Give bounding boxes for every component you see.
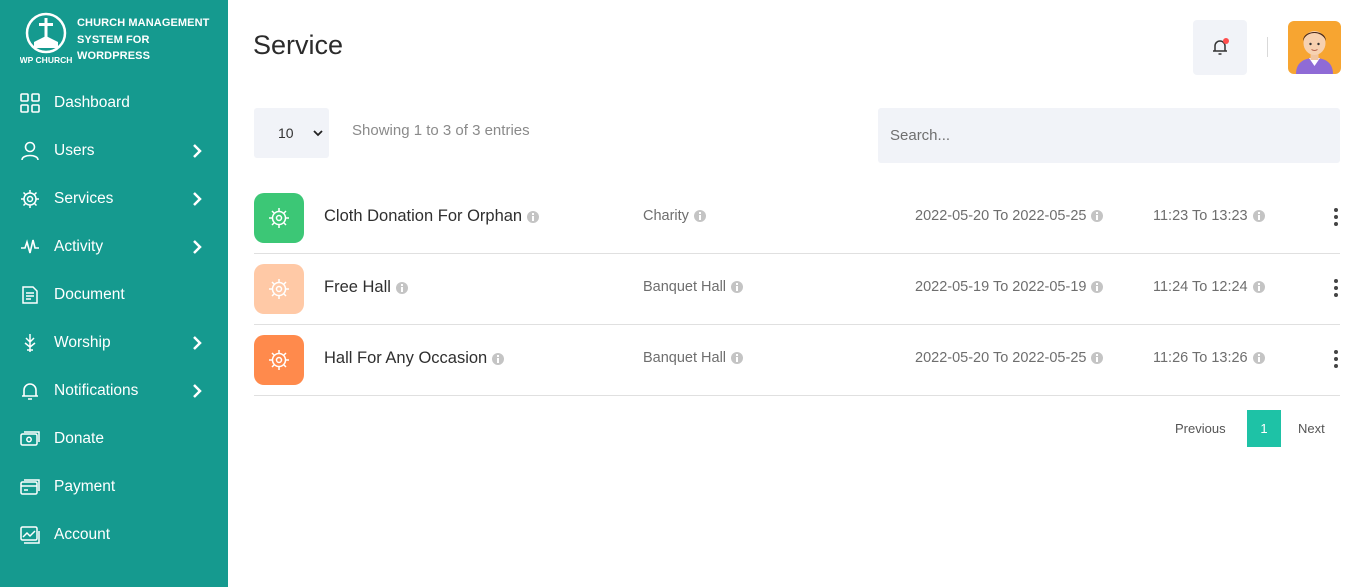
sidebar-item-services[interactable]: Services [0, 175, 228, 223]
info-icon[interactable] [1252, 281, 1265, 293]
info-icon[interactable] [492, 352, 505, 365]
sidebar-item-label: Notifications [54, 382, 139, 399]
sidebar-item-label: Services [54, 190, 114, 207]
sidebar-item-notifications[interactable]: Notifications [0, 367, 228, 415]
user-avatar[interactable] [1288, 21, 1341, 74]
service-type: Banquet Hall [643, 350, 744, 366]
service-gear-icon [269, 279, 289, 299]
donate-icon [20, 431, 40, 446]
info-icon[interactable] [1091, 281, 1104, 293]
sidebar-item-users[interactable]: Users [0, 127, 228, 175]
notifications-button[interactable] [1193, 20, 1247, 75]
sidebar-item-donate[interactable]: Donate [0, 415, 228, 463]
more-options-icon[interactable] [1332, 208, 1340, 232]
document-icon [22, 286, 38, 304]
account-icon [20, 526, 40, 544]
bell-icon [22, 383, 38, 400]
info-icon[interactable] [527, 210, 540, 223]
service-type: Banquet Hall [643, 279, 744, 295]
sidebar-item-label: Worship [54, 334, 111, 351]
list-item[interactable]: Cloth Donation For Orphan Charity 2022-0… [254, 183, 1340, 254]
payment-icon [20, 479, 40, 495]
info-icon[interactable] [1091, 210, 1104, 222]
sidebar-item-label: Payment [54, 478, 116, 495]
pagination-next[interactable]: Next [1298, 421, 1325, 436]
sidebar-item-label: Account [54, 526, 111, 543]
sidebar-nav: Dashboard Users Services Activity Docume… [0, 79, 228, 559]
service-gear-icon [269, 208, 289, 228]
chevron-right-icon [193, 384, 202, 398]
sidebar-item-label: Donate [54, 430, 104, 447]
services-gear-icon [21, 190, 39, 208]
search-input[interactable] [878, 108, 1340, 163]
user-icon [21, 141, 39, 161]
dashboard-grid-icon [20, 93, 40, 113]
service-icon-badge [254, 193, 304, 243]
pagination-page-1[interactable]: 1 [1247, 410, 1281, 447]
page-title: Service [253, 30, 344, 60]
chevron-right-icon [193, 240, 202, 254]
chevron-right-icon [193, 192, 202, 206]
brand[interactable]: WP CHURCH CHURCH MANAGEMENT SYSTEM FOR W… [18, 12, 218, 68]
sidebar-item-label: Dashboard [54, 94, 130, 111]
sidebar-item-payment[interactable]: Payment [0, 463, 228, 511]
more-options-icon[interactable] [1332, 350, 1340, 374]
service-time: 11:24 To 12:24 [1153, 279, 1265, 295]
chevron-right-icon [193, 336, 202, 350]
sidebar-item-label: Document [54, 286, 125, 303]
page-length-value: 10 [278, 125, 294, 141]
service-icon-badge [254, 264, 304, 314]
service-dates: 2022-05-20 To 2022-05-25 [915, 208, 1104, 224]
more-options-icon[interactable] [1332, 279, 1340, 303]
info-icon[interactable] [731, 281, 744, 293]
sidebar-item-dashboard[interactable]: Dashboard [0, 79, 228, 127]
info-icon[interactable] [693, 210, 706, 222]
header-divider [1267, 37, 1268, 57]
sidebar-item-label: Activity [54, 238, 104, 255]
service-type: Charity [643, 208, 706, 224]
service-time: 11:26 To 13:26 [1153, 350, 1265, 366]
info-icon[interactable] [395, 281, 408, 294]
service-icon-badge [254, 335, 304, 385]
sidebar: WP CHURCH CHURCH MANAGEMENT SYSTEM FOR W… [0, 0, 228, 587]
avatar-icon [1296, 31, 1333, 74]
sidebar-item-worship[interactable]: Worship [0, 319, 228, 367]
service-gear-icon [269, 350, 289, 370]
service-time: 11:23 To 13:23 [1153, 208, 1265, 224]
info-icon[interactable] [1252, 210, 1265, 222]
brand-name: CHURCH MANAGEMENT SYSTEM FOR WORDPRESS [77, 17, 210, 62]
sidebar-item-activity[interactable]: Activity [0, 223, 228, 271]
info-icon[interactable] [731, 352, 744, 364]
church-logo-icon: WP CHURCH [20, 12, 72, 65]
info-icon[interactable] [1091, 352, 1104, 364]
service-name: Free Hall [324, 278, 408, 297]
list-item[interactable]: Hall For Any Occasion Banquet Hall 2022-… [254, 325, 1340, 396]
brand-logo-text: WP CHURCH [20, 55, 72, 65]
service-name: Cloth Donation For Orphan [324, 207, 540, 226]
list-item[interactable]: Free Hall Banquet Hall 2022-05-19 To 202… [254, 254, 1340, 325]
sidebar-item-document[interactable]: Document [0, 271, 228, 319]
pagination-previous[interactable]: Previous [1175, 421, 1226, 436]
sidebar-item-label: Users [54, 142, 95, 159]
service-name: Hall For Any Occasion [324, 349, 505, 368]
service-dates: 2022-05-20 To 2022-05-25 [915, 350, 1104, 366]
activity-pulse-icon [21, 239, 39, 254]
unread-indicator [1223, 38, 1229, 44]
chevron-down-icon [313, 130, 323, 137]
service-list: Cloth Donation For Orphan Charity 2022-0… [254, 183, 1340, 396]
sidebar-item-account[interactable]: Account [0, 511, 228, 559]
info-icon[interactable] [1252, 352, 1265, 364]
service-dates: 2022-05-19 To 2022-05-19 [915, 279, 1104, 295]
entries-info: Showing 1 to 3 of 3 entries [352, 122, 530, 139]
worship-icon [24, 334, 36, 352]
page-length-select[interactable]: 10 [254, 108, 329, 158]
chevron-right-icon [193, 144, 202, 158]
